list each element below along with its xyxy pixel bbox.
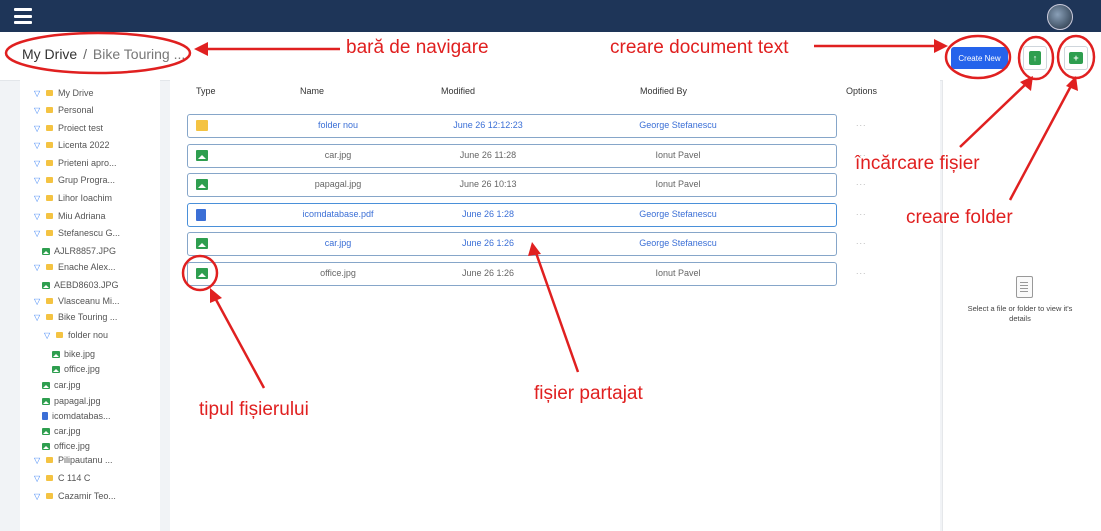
shared-arrowhead (528, 242, 541, 256)
create-doc-arrowhead (934, 39, 948, 53)
nav-bar-circle (4, 31, 192, 75)
create-new-circle (944, 34, 1012, 80)
file-type-arrow (212, 295, 266, 389)
folder-arrow (1008, 83, 1074, 201)
upload-arrow (959, 81, 1029, 148)
annotation-new-folder: creare folder (906, 207, 1013, 228)
annotation-overlay (4, 31, 1096, 389)
annotation-upload: încărcare fișier (855, 153, 980, 174)
file-type-circle (181, 254, 219, 292)
nav-arrowhead (194, 42, 208, 56)
annotation-create-doc: creare document text (610, 37, 789, 58)
shared-arrow (533, 249, 580, 373)
new-folder-circle (1056, 34, 1096, 80)
annotation-shared: fișier partajat (534, 383, 643, 404)
annotation-file-type: tipul fișierului (199, 399, 309, 420)
upload-circle (1017, 35, 1055, 81)
annotation-nav: bară de navigare (346, 37, 489, 58)
